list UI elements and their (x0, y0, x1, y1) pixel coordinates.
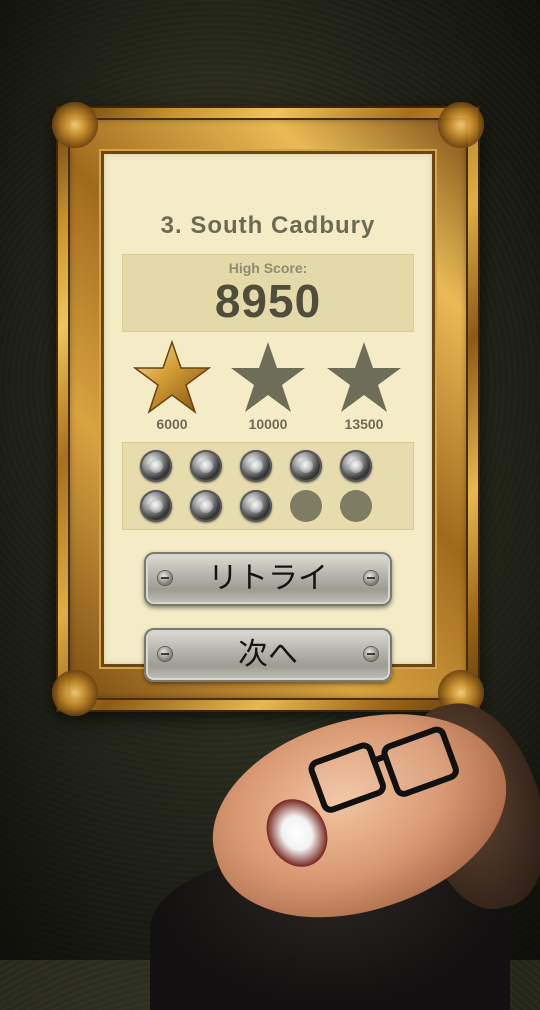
star-slot-1: 6000 (130, 340, 214, 432)
coin-collected-icon (140, 490, 172, 522)
star-threshold-2: 10000 (248, 416, 288, 432)
result-panel: 3. South Cadbury High Score: 8950 6000 1… (104, 154, 432, 682)
coin-collected-icon (240, 450, 272, 482)
character-illustration (150, 678, 540, 1010)
next-button[interactable]: 次へ (144, 628, 392, 682)
frame-ornament (438, 102, 484, 148)
retry-button[interactable]: リトライ (144, 552, 392, 606)
screw-icon (364, 647, 378, 661)
coin-collected-icon (240, 490, 272, 522)
star-slot-3: 13500 (322, 340, 406, 432)
result-frame: 3. South Cadbury High Score: 8950 6000 1… (52, 102, 484, 716)
next-button-label: 次へ (238, 637, 298, 672)
coin-collected-icon (190, 450, 222, 482)
star-icon-gray (327, 342, 401, 412)
high-score-value: 8950 (214, 275, 322, 327)
frame-ornament (52, 102, 98, 148)
screw-icon (364, 571, 378, 585)
retry-button-label: リトライ (208, 561, 328, 596)
star-icon-gold (133, 340, 211, 414)
star-slot-2: 10000 (226, 340, 310, 432)
coin-collected-icon (290, 450, 322, 482)
star-rating: 6000 10000 13500 (122, 340, 414, 440)
level-title: 3. South Cadbury (160, 212, 376, 239)
star-icon-gray (231, 342, 305, 412)
coin-collected-icon (140, 450, 172, 482)
screw-icon (158, 571, 172, 585)
coin-tracker (122, 442, 414, 530)
high-score-box: High Score: 8950 (122, 254, 414, 332)
star-threshold-3: 13500 (344, 416, 384, 432)
star-threshold-1: 6000 (156, 416, 188, 432)
screw-icon (158, 647, 172, 661)
coin-empty-slot (340, 490, 372, 522)
frame-ornament (52, 670, 98, 716)
coin-empty-slot (290, 490, 322, 522)
coin-collected-icon (190, 490, 222, 522)
coin-collected-icon (340, 450, 372, 482)
